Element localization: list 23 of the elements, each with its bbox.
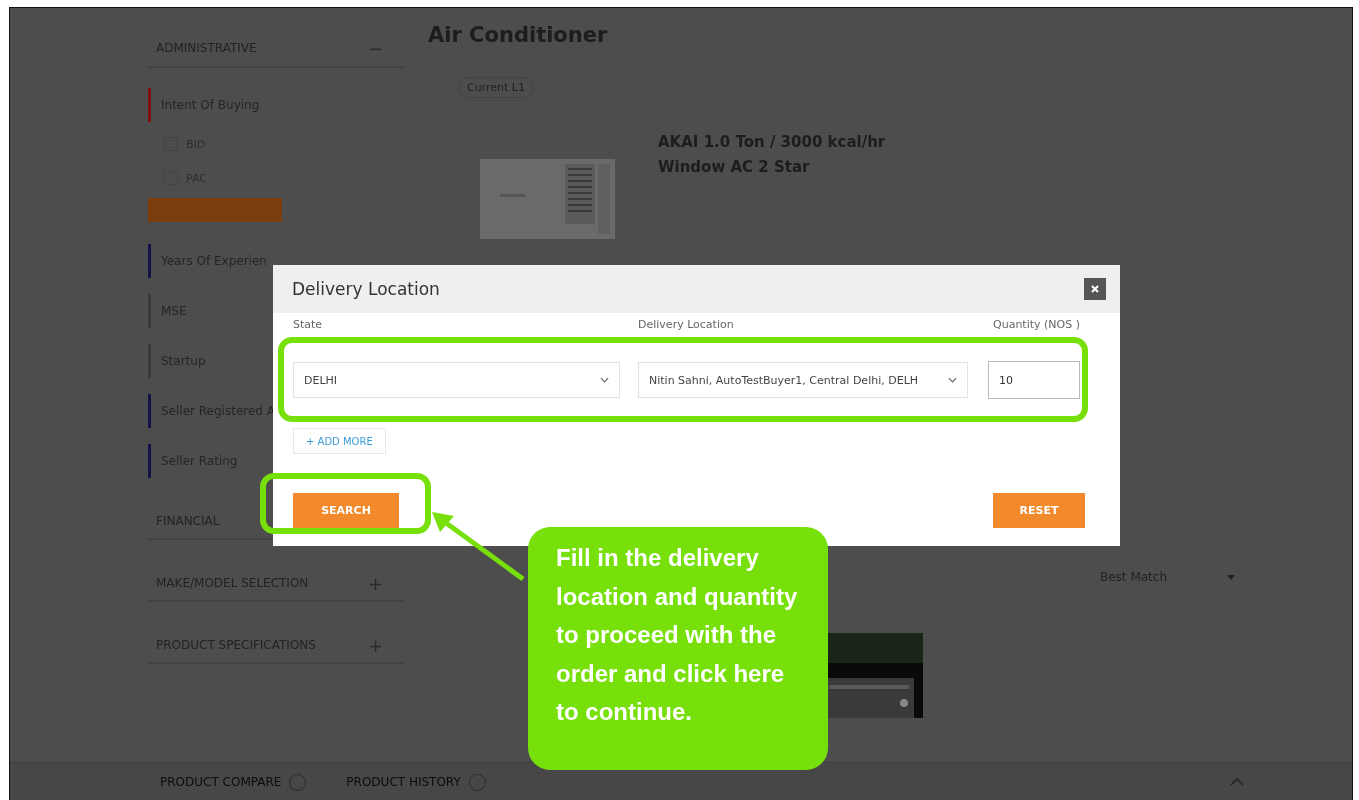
chevron-down-icon bbox=[600, 377, 609, 383]
toggle-button[interactable]: + bbox=[367, 572, 383, 594]
action-button[interactable]: RESET bbox=[993, 493, 1085, 528]
dialog-title: Delivery Location bbox=[292, 279, 440, 299]
chevron-down-icon bbox=[948, 377, 957, 383]
apply-button[interactable] bbox=[148, 198, 282, 222]
field-label: Quantity (NOS ) bbox=[993, 318, 1080, 331]
footer-link[interactable]: PRODUCT COMPARE bbox=[160, 775, 282, 789]
field-label: Delivery Location bbox=[638, 318, 735, 331]
toggle-button[interactable]: − bbox=[367, 37, 383, 59]
close-icon bbox=[1090, 284, 1100, 294]
field-label: State bbox=[293, 318, 324, 331]
caret-up-icon[interactable] bbox=[1230, 778, 1244, 786]
dropdown-field[interactable]: Nitin Sahni, AutoTestBuyer1, Central Delhi, DELH bbox=[638, 362, 968, 398]
action-button[interactable]: SEARCH bbox=[293, 493, 399, 528]
callout-bubble: Fill in the delivery location and quantity to proceed with the order and click here to continue. bbox=[528, 527, 828, 770]
add-more-button[interactable]: + ADD MORE bbox=[293, 428, 386, 454]
close-button[interactable] bbox=[1084, 278, 1106, 300]
quantity-field[interactable]: 10 bbox=[988, 361, 1080, 399]
dropdown-field[interactable]: DELHI bbox=[293, 362, 620, 398]
toggle-button[interactable]: + bbox=[367, 634, 383, 656]
footer-link[interactable]: PRODUCT HISTORY bbox=[346, 775, 461, 789]
caret-icon bbox=[1227, 574, 1235, 580]
